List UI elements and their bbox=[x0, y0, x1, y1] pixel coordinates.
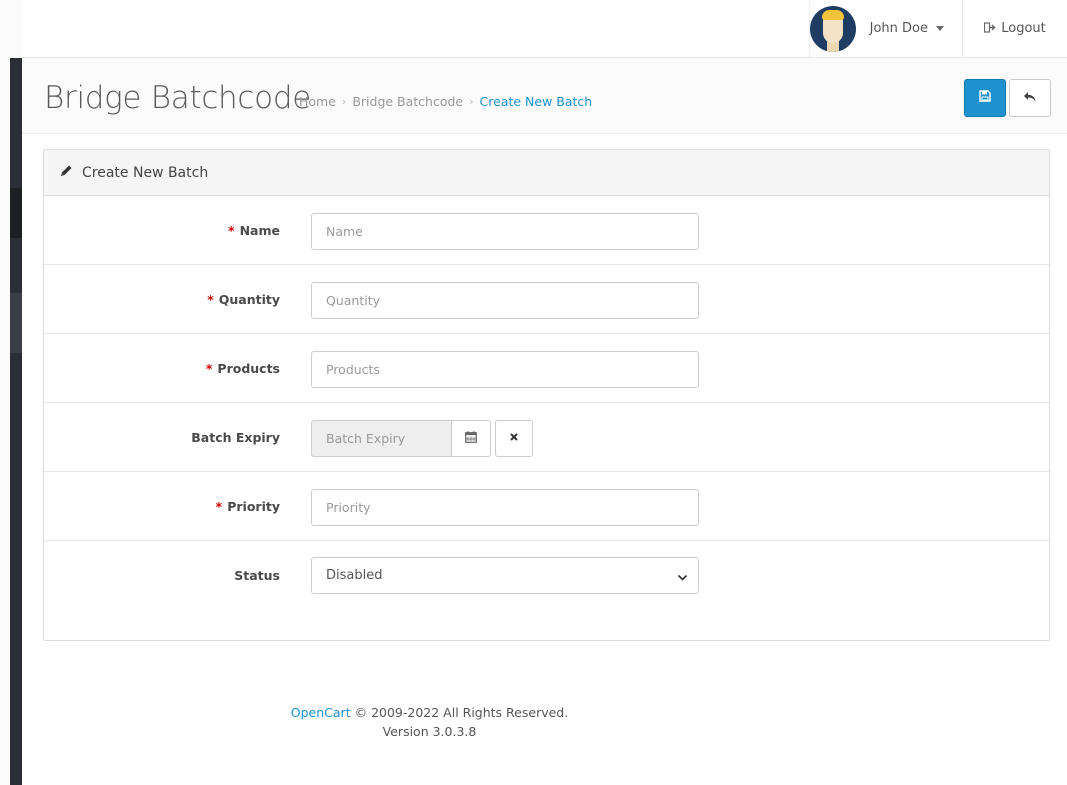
calendar-button[interactable] bbox=[451, 420, 491, 457]
page-header: Bridge Batchcode Home › Bridge Batchcode… bbox=[22, 58, 1067, 134]
breadcrumb-separator: › bbox=[341, 95, 347, 108]
calendar-icon bbox=[465, 430, 477, 447]
breadcrumb-separator: › bbox=[469, 95, 474, 108]
batch-expiry-label: Batch Expiry bbox=[191, 429, 280, 445]
left-sidebar-edge bbox=[0, 0, 22, 785]
form-row-name: * Name bbox=[44, 196, 1049, 265]
breadcrumb-home[interactable]: Home bbox=[299, 94, 336, 109]
opencart-link[interactable]: OpenCart bbox=[291, 705, 351, 720]
panel-heading: Create New Batch bbox=[44, 150, 1049, 196]
required-asterisk: * bbox=[228, 222, 235, 238]
footer: OpenCart © 2009-2022 All Rights Reserved… bbox=[22, 703, 837, 741]
name-label: * Name bbox=[228, 222, 280, 238]
products-label: * Products bbox=[205, 360, 280, 376]
close-icon bbox=[509, 431, 519, 446]
chevron-down-icon bbox=[677, 571, 688, 586]
back-button[interactable] bbox=[1009, 79, 1051, 117]
status-select[interactable]: Disabled bbox=[311, 557, 699, 594]
status-value: Disabled bbox=[326, 568, 383, 583]
reply-arrow-icon bbox=[1023, 89, 1037, 107]
pencil-icon bbox=[59, 164, 73, 182]
required-asterisk: * bbox=[205, 360, 213, 376]
breadcrumb-create-new-batch[interactable]: Create New Batch bbox=[480, 94, 593, 109]
user-name: John Doe bbox=[869, 21, 928, 36]
form-row-quantity: * Quantity bbox=[44, 265, 1049, 334]
form-row-priority: * Priority bbox=[44, 472, 1049, 541]
status-label: Status bbox=[234, 568, 280, 583]
top-header: John Doe Logout bbox=[22, 0, 1067, 58]
page-title: Bridge Batchcode bbox=[44, 80, 311, 116]
form-row-batch-expiry: Batch Expiry bbox=[44, 403, 1049, 472]
priority-label: * Priority bbox=[215, 498, 280, 514]
priority-input[interactable] bbox=[311, 489, 699, 526]
sidebar-strip bbox=[10, 58, 22, 785]
breadcrumb: Home › Bridge Batchcode › Create New Bat… bbox=[299, 94, 592, 109]
save-button[interactable] bbox=[964, 79, 1006, 117]
name-input[interactable] bbox=[311, 213, 699, 250]
logout-link[interactable]: Logout bbox=[963, 0, 1067, 57]
batch-expiry-input[interactable] bbox=[311, 420, 451, 457]
quantity-input[interactable] bbox=[311, 282, 699, 319]
required-asterisk: * bbox=[207, 291, 214, 307]
caret-down-icon bbox=[936, 26, 944, 31]
panel-title: Create New Batch bbox=[82, 164, 209, 181]
required-asterisk: * bbox=[215, 498, 223, 514]
clear-date-button[interactable] bbox=[495, 420, 533, 457]
floppy-disk-icon bbox=[979, 90, 991, 106]
user-dropdown[interactable]: John Doe bbox=[808, 0, 963, 57]
version-text: Version 3.0.3.8 bbox=[382, 724, 477, 739]
create-batch-panel: Create New Batch * Name * Quantity * Pro… bbox=[43, 149, 1050, 641]
sign-out-icon bbox=[984, 21, 996, 36]
breadcrumb-bridge-batchcode[interactable]: Bridge Batchcode bbox=[352, 94, 463, 109]
form-row-products: * Products bbox=[44, 334, 1049, 403]
quantity-label: * Quantity bbox=[207, 291, 280, 307]
logout-label: Logout bbox=[1001, 21, 1046, 36]
copyright-text: © 2009-2022 All Rights Reserved. bbox=[354, 705, 569, 720]
products-input[interactable] bbox=[311, 351, 699, 388]
avatar bbox=[809, 5, 856, 52]
form-row-status: Status Disabled bbox=[44, 541, 1049, 610]
